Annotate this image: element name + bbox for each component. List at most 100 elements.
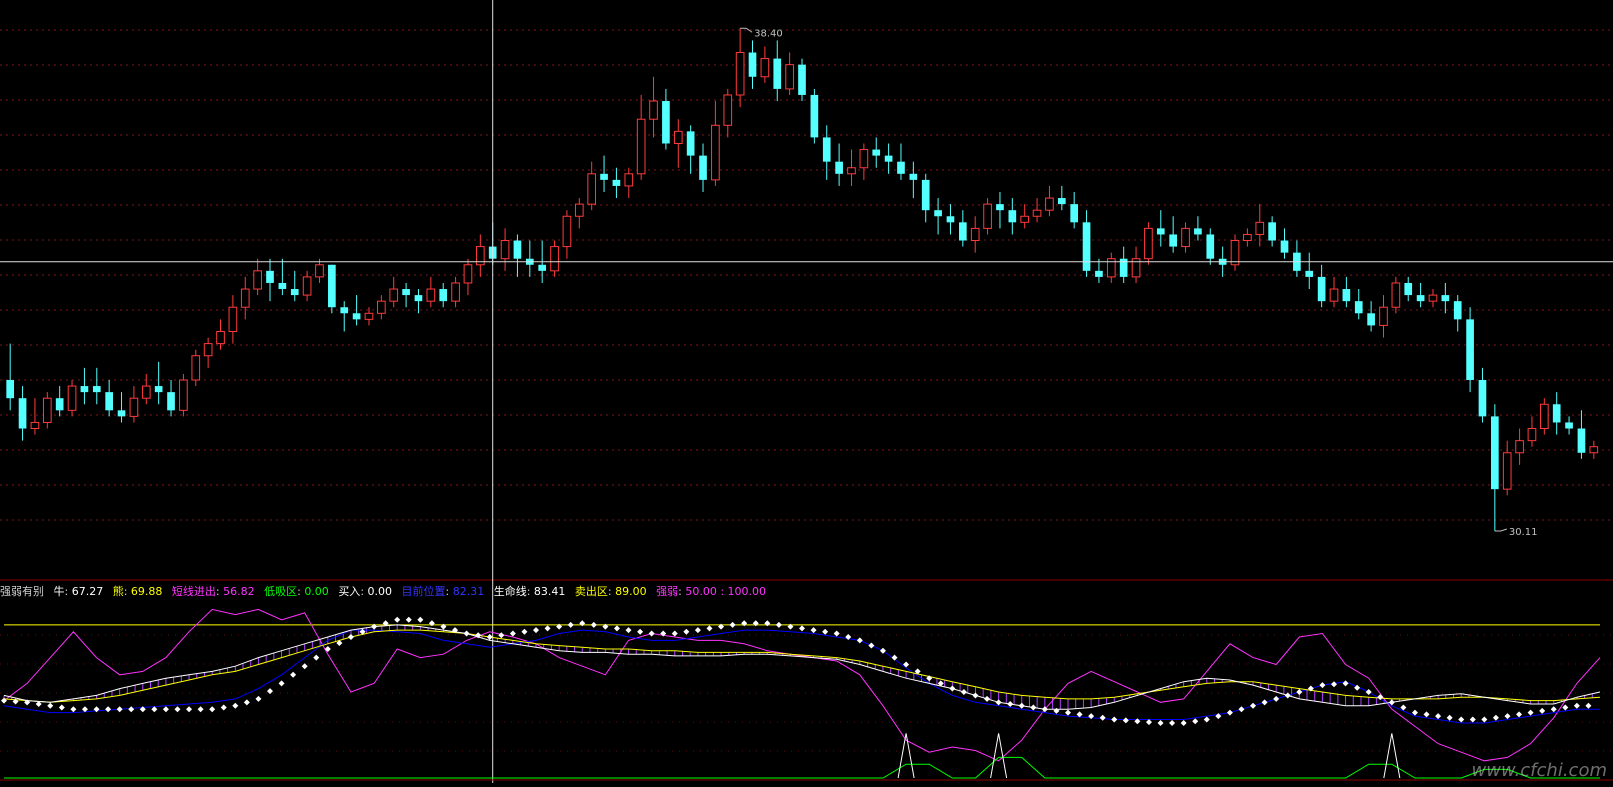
candle-body bbox=[1181, 227, 1190, 248]
life-line-dot bbox=[1539, 707, 1546, 714]
candle-body bbox=[402, 289, 410, 296]
life-line-dot bbox=[1226, 709, 1233, 716]
candle-body bbox=[1020, 215, 1030, 223]
life-line-dot bbox=[394, 616, 401, 623]
life-line-dot bbox=[405, 616, 412, 623]
candle-body bbox=[167, 392, 175, 411]
candle-body bbox=[6, 380, 15, 399]
legend-bull: 牛: 67.27 bbox=[53, 585, 104, 598]
candle-body bbox=[798, 64, 806, 95]
candle-body bbox=[1478, 380, 1487, 417]
candle-body bbox=[711, 124, 720, 181]
life-line-dot bbox=[671, 630, 678, 637]
candle-body bbox=[290, 289, 299, 296]
candle-body bbox=[352, 313, 361, 320]
legend-short-line: 短线进出: 56.82 bbox=[171, 585, 255, 598]
life-line-dot bbox=[833, 630, 840, 637]
buy-marker bbox=[1383, 733, 1401, 779]
candle-body bbox=[1379, 306, 1388, 326]
candle-body bbox=[80, 386, 89, 393]
candle-body bbox=[662, 101, 670, 144]
candle-body bbox=[835, 161, 843, 174]
candle-body bbox=[872, 149, 881, 156]
candle-body bbox=[859, 149, 869, 169]
candle-body bbox=[117, 410, 126, 417]
life-line-dot bbox=[1492, 714, 1499, 721]
life-line-dot bbox=[301, 663, 308, 670]
candle-body bbox=[1169, 234, 1177, 247]
candle-body bbox=[414, 295, 423, 302]
candle-body bbox=[179, 379, 188, 411]
life-line-dot bbox=[1481, 716, 1488, 723]
life-line-dot bbox=[1585, 702, 1592, 709]
chart-canvas[interactable]: 38.40 30.11 bbox=[0, 0, 1613, 783]
life-line-dot bbox=[984, 695, 991, 702]
legend-position: 目前位置: 82.31 bbox=[401, 585, 485, 598]
candle-body bbox=[909, 173, 918, 180]
life-line-dot bbox=[174, 706, 181, 713]
high-price-label: 38.40 bbox=[754, 28, 783, 39]
life-line-dot bbox=[1377, 694, 1384, 701]
candle-body bbox=[1144, 227, 1153, 260]
legend-buy: 买入: 0.00 bbox=[338, 585, 393, 598]
candle-body bbox=[983, 203, 992, 229]
life-line-dot bbox=[1446, 714, 1453, 721]
candle-body bbox=[1552, 404, 1561, 423]
candle-body bbox=[30, 421, 40, 430]
candle-body bbox=[624, 173, 634, 187]
life-line-dot bbox=[613, 625, 620, 632]
candle-body bbox=[699, 155, 707, 180]
candle-body bbox=[847, 167, 856, 175]
life-line-dot bbox=[729, 621, 736, 628]
life-line-dot bbox=[47, 702, 54, 709]
life-line-dot bbox=[1111, 716, 1118, 723]
candle-body bbox=[550, 246, 559, 272]
life-line-dot bbox=[1516, 711, 1523, 718]
life-line-dot bbox=[799, 625, 805, 632]
candle-body bbox=[266, 270, 274, 283]
candle-body bbox=[587, 173, 597, 205]
candle-body bbox=[1491, 416, 1499, 490]
life-line-dot bbox=[822, 628, 829, 635]
life-line-dot bbox=[960, 689, 967, 695]
candle-body bbox=[1045, 197, 1054, 211]
candle-body bbox=[612, 179, 621, 186]
candle-body bbox=[1354, 301, 1363, 314]
candle-body bbox=[1255, 221, 1265, 235]
candle-body bbox=[1466, 319, 1474, 380]
life-line-dot bbox=[116, 706, 123, 713]
legend-low-buy: 低吸区: 0.00 bbox=[264, 585, 329, 598]
candle-body bbox=[141, 385, 151, 399]
life-line-dot bbox=[209, 706, 216, 713]
candle-body bbox=[67, 385, 77, 411]
candle-body bbox=[970, 227, 980, 242]
candle-body bbox=[278, 282, 287, 290]
life-line-dot bbox=[891, 654, 898, 661]
candle-body bbox=[723, 94, 733, 126]
life-line-dot bbox=[1065, 709, 1071, 716]
candle-body bbox=[1416, 295, 1425, 302]
candle-body bbox=[673, 130, 683, 144]
life-line-dot bbox=[567, 621, 574, 628]
candle-body bbox=[735, 52, 745, 96]
candle-body bbox=[773, 58, 782, 89]
candle-body bbox=[934, 210, 942, 217]
life-line-dot bbox=[533, 627, 539, 634]
candle-body bbox=[1194, 228, 1202, 235]
low-price-label: 30.11 bbox=[1509, 527, 1538, 538]
life-line-dot bbox=[868, 642, 875, 649]
candle-body bbox=[1305, 270, 1314, 277]
life-line-dot bbox=[417, 616, 424, 623]
legend-strength: 强弱: 50.00 : 100.00 bbox=[656, 585, 767, 598]
candle-body bbox=[1057, 198, 1066, 205]
candle-body bbox=[1589, 446, 1599, 454]
candle-body bbox=[1441, 295, 1450, 302]
life-line-dot bbox=[162, 706, 169, 713]
candle-body bbox=[389, 288, 399, 302]
candle-body bbox=[463, 264, 473, 284]
candle-body bbox=[1527, 428, 1537, 442]
candle-body bbox=[538, 264, 547, 271]
candle-body bbox=[1317, 276, 1326, 302]
candle-body bbox=[1391, 282, 1401, 308]
candle-body bbox=[760, 58, 770, 78]
